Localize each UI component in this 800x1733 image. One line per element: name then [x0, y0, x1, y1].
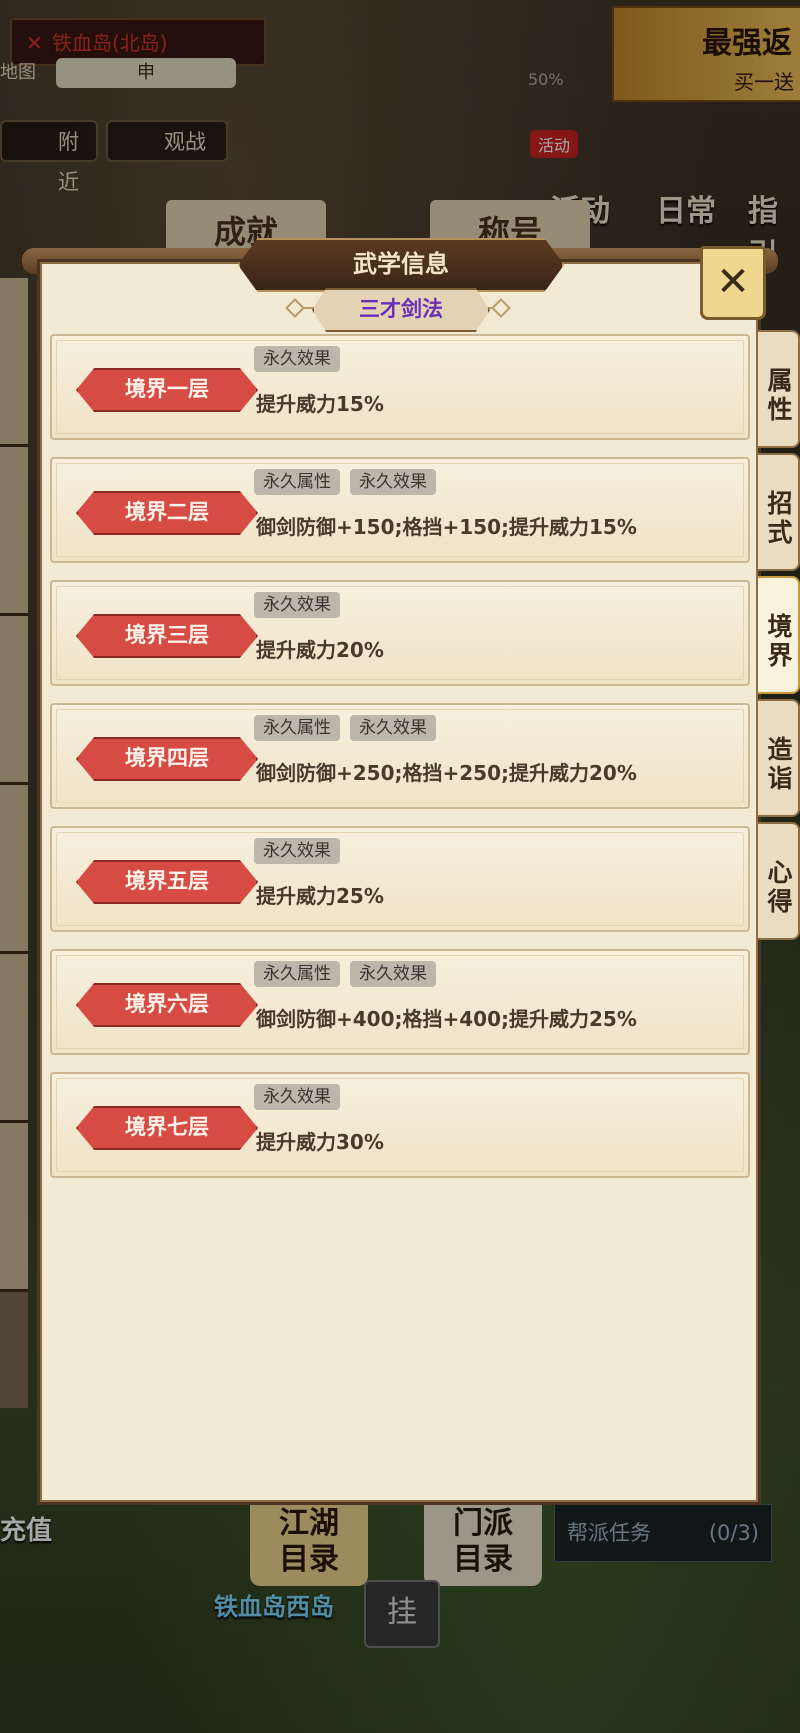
attribute-tag: 永久属性 [254, 469, 340, 495]
realm-effect: 御剑防御+150;格挡+150;提升威力15% [256, 515, 637, 539]
realm-badge: 境界四层 [76, 737, 258, 781]
realm-row: 境界二层 永久属性 永久效果 御剑防御+150;格挡+150;提升威力15% [50, 457, 750, 563]
realm-effect: 御剑防御+250;格挡+250;提升威力20% [256, 761, 637, 785]
attribute-tag: 永久属性 [254, 961, 340, 987]
realm-effect: 提升威力30% [256, 1130, 384, 1154]
realm-badge: 境界六层 [76, 983, 258, 1027]
realm-effect: 御剑防御+400;格挡+400;提升威力25% [256, 1007, 637, 1031]
effect-tag: 永久效果 [350, 469, 436, 495]
realm-row: 境界四层 永久属性 永久效果 御剑防御+250;格挡+250;提升威力20% [50, 703, 750, 809]
effect-tag: 永久效果 [254, 346, 340, 372]
attribute-tag: 永久属性 [254, 715, 340, 741]
realm-badge: 境界一层 [76, 368, 258, 412]
realm-effect: 提升威力25% [256, 884, 384, 908]
realm-row: 境界五层 永久效果 提升威力25% [50, 826, 750, 932]
tab-attributes[interactable]: 属性 [758, 330, 800, 448]
effect-tag: 永久效果 [350, 961, 436, 987]
realm-row: 境界六层 永久属性 永久效果 御剑防御+400;格挡+400;提升威力25% [50, 949, 750, 1055]
effect-tag: 永久效果 [254, 592, 340, 618]
tab-moves[interactable]: 招式 [758, 453, 800, 571]
realm-badge: 境界五层 [76, 860, 258, 904]
skill-name-banner: 三才剑法 [312, 288, 490, 332]
realm-row: 境界一层 永久效果 提升威力15% [50, 334, 750, 440]
realm-badge: 境界三层 [76, 614, 258, 658]
effect-tag: 永久效果 [350, 715, 436, 741]
tab-realm[interactable]: 境界 [758, 576, 800, 694]
realm-effect: 提升威力15% [256, 392, 384, 416]
effect-tag: 永久效果 [254, 838, 340, 864]
tab-mastery[interactable]: 造诣 [758, 699, 800, 817]
realm-effect: 提升威力20% [256, 638, 384, 662]
realm-list: 境界一层 永久效果 提升威力15% 境界二层 永久属性 永久效果 御剑防御+15… [50, 334, 750, 1195]
realm-row: 境界三层 永久效果 提升威力20% [50, 580, 750, 686]
effect-tag: 永久效果 [254, 1084, 340, 1110]
realm-row: 境界七层 永久效果 提升威力30% [50, 1072, 750, 1178]
realm-badge: 境界七层 [76, 1106, 258, 1150]
dialog-title: 武学信息 [238, 238, 564, 292]
close-icon[interactable]: ✕ [700, 246, 766, 320]
dialog-side-tabs: 属性 招式 境界 造诣 心得 [758, 330, 800, 945]
realm-badge: 境界二层 [76, 491, 258, 535]
tab-insight[interactable]: 心得 [758, 822, 800, 940]
